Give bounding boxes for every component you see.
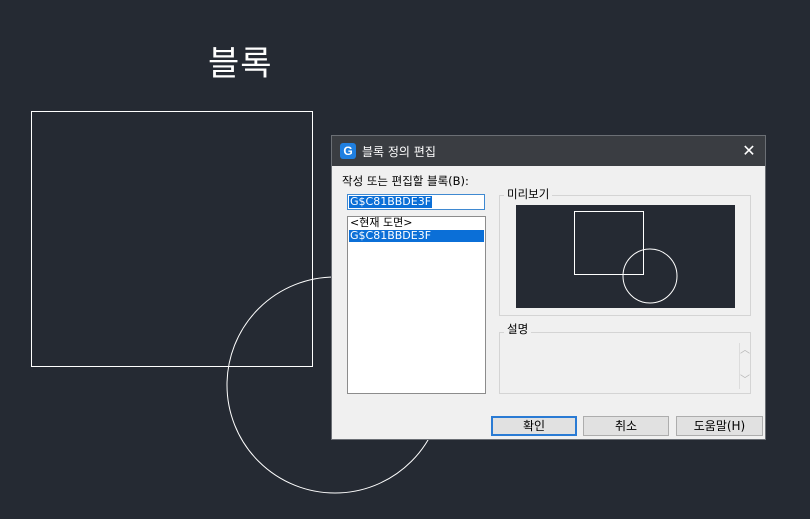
block-name-input[interactable]: G$C81BBDE3F — [347, 194, 485, 210]
dialog-title: 블록 정의 편집 — [362, 145, 436, 159]
app-logo-icon: G — [340, 143, 356, 159]
cancel-button[interactable]: 취소 — [583, 416, 669, 436]
help-button[interactable]: 도움말(H) — [676, 416, 763, 436]
preview-label: 미리보기 — [504, 188, 553, 201]
close-button[interactable]: ✕ — [739, 141, 759, 161]
dialog-titlebar[interactable]: G 블록 정의 편집 ✕ — [332, 136, 765, 166]
drawn-rectangle — [31, 111, 313, 367]
preview-rectangle — [574, 211, 644, 275]
edit-block-definition-dialog: G 블록 정의 편집 ✕ 작성 또는 편집할 블록(B): G$C81BBDE3… — [331, 135, 766, 440]
close-icon: ✕ — [742, 141, 756, 160]
block-listbox[interactable]: <현재 도면> G$C81BBDE3F — [347, 216, 486, 394]
scroll-down-icon[interactable]: ﹀ — [739, 374, 751, 388]
list-item-block[interactable]: G$C81BBDE3F — [349, 230, 484, 242]
scroll-up-icon[interactable]: ︿ — [739, 344, 751, 358]
preview-geometry — [574, 211, 678, 304]
block-name-value: G$C81BBDE3F — [349, 195, 433, 208]
preview-panel — [516, 205, 735, 308]
description-label: 설명 — [504, 323, 532, 336]
block-name-label: 작성 또는 편집할 블록(B): — [342, 174, 469, 188]
list-item-current-drawing[interactable]: <현재 도면> — [349, 217, 484, 229]
preview-circle — [622, 248, 678, 304]
ok-button[interactable]: 확인 — [491, 416, 577, 436]
description-group — [499, 332, 751, 394]
